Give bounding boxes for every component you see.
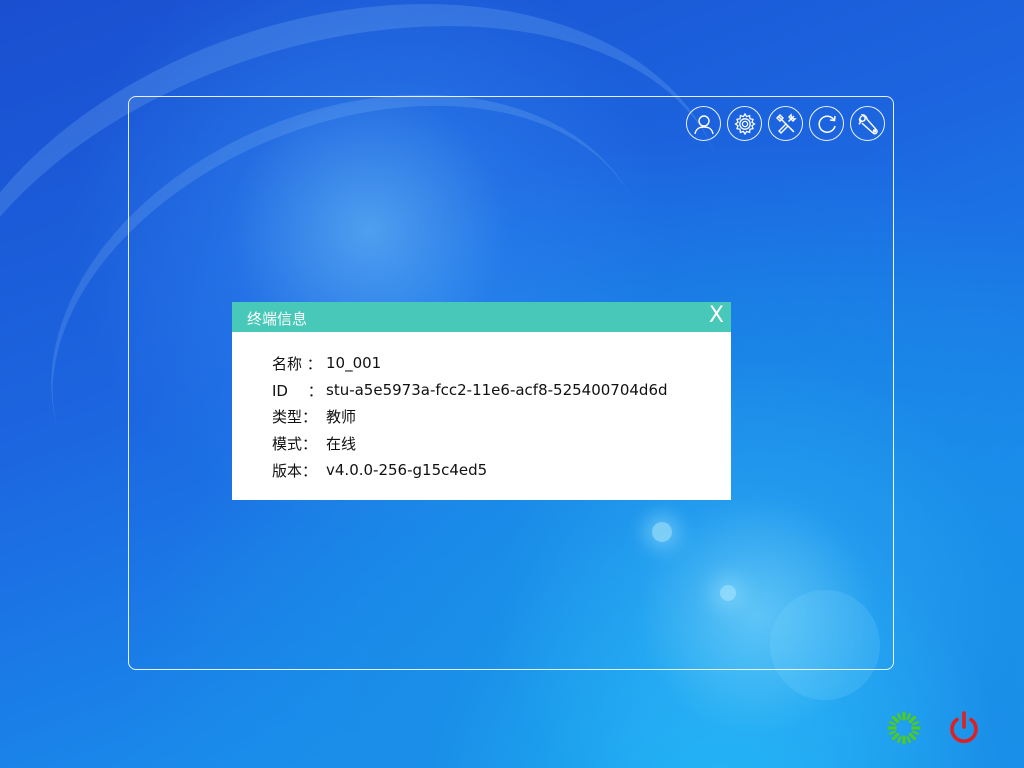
wrench-icon xyxy=(857,113,878,134)
dialog-header: 终端信息 X xyxy=(232,302,731,332)
info-value: stu-a5e5973a-fcc2-11e6-acf8-525400704d6d xyxy=(326,381,668,400)
info-label: ID ： xyxy=(272,381,323,400)
info-value: 10_001 xyxy=(326,354,382,373)
spinner-icon xyxy=(887,711,921,745)
info-row-type: 类型： 教师 xyxy=(272,403,668,430)
dialog-title: 终端信息 xyxy=(247,310,308,328)
info-row-id: ID ： stu-a5e5973a-fcc2-11e6-acf8-5254007… xyxy=(272,377,668,404)
settings-gear-icon xyxy=(733,112,756,135)
info-row-version: 版本： v4.0.0-256-g15c4ed5 xyxy=(272,457,668,484)
info-value: v4.0.0-256-g15c4ed5 xyxy=(326,461,488,480)
terminal-info-dialog: 终端信息 X 名称 ： 10_001 ID ： stu-a5e5973a-fcc… xyxy=(232,302,731,500)
refresh-button[interactable] xyxy=(809,106,844,141)
tools-icon xyxy=(775,112,797,134)
user-button[interactable] xyxy=(686,106,721,141)
info-value: 教师 xyxy=(326,408,357,427)
info-label: 版本： xyxy=(272,461,318,480)
power-button[interactable] xyxy=(945,709,983,747)
info-row-mode: 模式： 在线 xyxy=(272,430,668,457)
loading-button[interactable] xyxy=(885,709,923,747)
user-icon xyxy=(693,114,714,134)
refresh-icon xyxy=(817,115,836,133)
info-value: 在线 xyxy=(326,434,357,453)
wrench-button[interactable] xyxy=(850,106,885,141)
tools-button[interactable] xyxy=(768,106,803,141)
info-list: 名称 ： 10_001 ID ： stu-a5e5973a-fcc2-11e6-… xyxy=(272,350,668,483)
power-icon xyxy=(950,711,978,743)
desktop-background: 终端信息 X 名称 ： 10_001 ID ： stu-a5e5973a-fcc… xyxy=(0,0,1024,768)
info-label: 类型： xyxy=(272,408,318,427)
info-row-name: 名称 ： 10_001 xyxy=(272,350,668,377)
info-label: 模式： xyxy=(272,434,318,453)
settings-button[interactable] xyxy=(727,106,762,141)
info-label: 名称 ： xyxy=(272,354,322,373)
close-button[interactable]: X xyxy=(709,303,724,328)
top-toolbar xyxy=(686,106,885,141)
